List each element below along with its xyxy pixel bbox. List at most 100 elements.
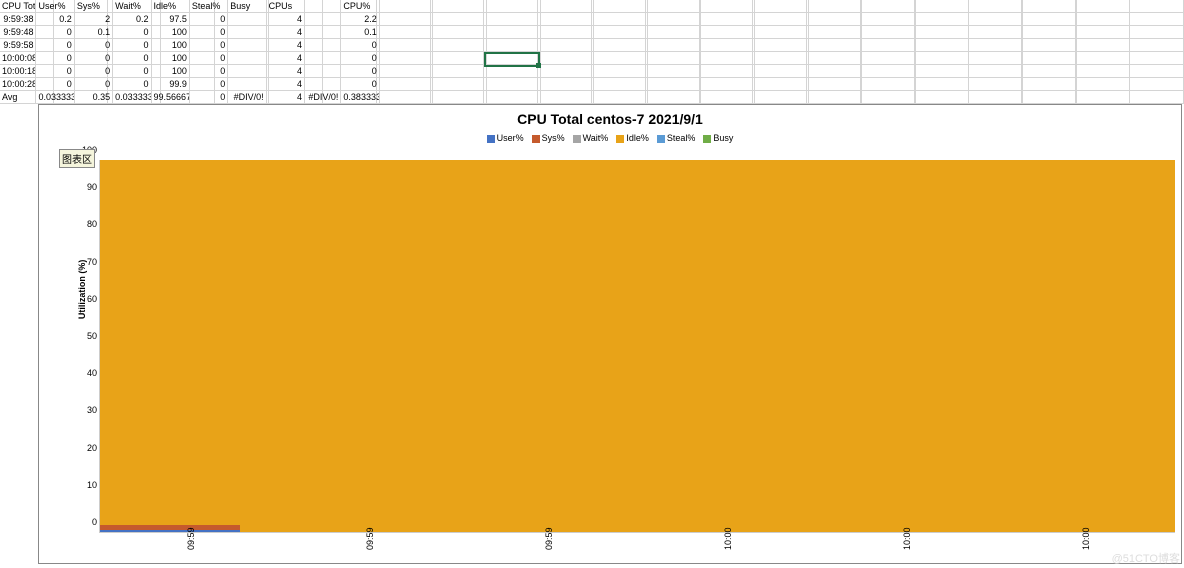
- empty-cell[interactable]: [755, 39, 809, 52]
- col-header[interactable]: CPU%: [341, 0, 379, 13]
- cell[interactable]: 9:59:58: [0, 39, 36, 52]
- cell[interactable]: 0.35: [75, 91, 113, 104]
- empty-cell[interactable]: [433, 0, 487, 13]
- empty-cell[interactable]: [809, 91, 863, 104]
- empty-cell[interactable]: [916, 13, 970, 26]
- empty-cell[interactable]: [541, 13, 595, 26]
- empty-cell[interactable]: [809, 52, 863, 65]
- empty-cell[interactable]: [648, 13, 702, 26]
- empty-cell[interactable]: [862, 65, 916, 78]
- empty-cell[interactable]: [862, 52, 916, 65]
- empty-cell[interactable]: [433, 26, 487, 39]
- col-header[interactable]: Wait%: [113, 0, 151, 13]
- empty-cell[interactable]: [487, 0, 541, 13]
- empty-cell[interactable]: [809, 65, 863, 78]
- empty-cell[interactable]: [701, 39, 755, 52]
- empty-cell[interactable]: [541, 78, 595, 91]
- empty-cell[interactable]: [648, 39, 702, 52]
- empty-cell[interactable]: [755, 26, 809, 39]
- empty-cell[interactable]: [862, 39, 916, 52]
- empty-cell[interactable]: [916, 52, 970, 65]
- empty-cell[interactable]: [916, 0, 970, 13]
- empty-cell[interactable]: [755, 91, 809, 104]
- cell[interactable]: 100: [152, 52, 190, 65]
- col-header[interactable]: [305, 0, 341, 13]
- empty-cell[interactable]: [1130, 78, 1184, 91]
- empty-cell[interactable]: [1130, 26, 1184, 39]
- cell[interactable]: 4: [267, 52, 305, 65]
- empty-cell[interactable]: [809, 13, 863, 26]
- empty-cell[interactable]: [1023, 78, 1077, 91]
- empty-cell[interactable]: [862, 13, 916, 26]
- cell[interactable]: 10:00:08: [0, 52, 36, 65]
- cell[interactable]: 0: [113, 26, 151, 39]
- cell[interactable]: 0: [341, 52, 379, 65]
- empty-cell[interactable]: [1077, 65, 1131, 78]
- empty-cell[interactable]: [916, 65, 970, 78]
- empty-cell[interactable]: [862, 78, 916, 91]
- empty-cell[interactable]: [1077, 0, 1131, 13]
- empty-cell[interactable]: [969, 78, 1023, 91]
- empty-cell[interactable]: [594, 52, 648, 65]
- cell[interactable]: 100: [152, 65, 190, 78]
- empty-cell[interactable]: [809, 0, 863, 13]
- empty-cell[interactable]: [701, 52, 755, 65]
- col-header[interactable]: Steal%: [190, 0, 228, 13]
- empty-cell[interactable]: [701, 65, 755, 78]
- cell[interactable]: [305, 52, 341, 65]
- cell[interactable]: 4: [267, 39, 305, 52]
- empty-cell[interactable]: [1023, 91, 1077, 104]
- empty-cell[interactable]: [1130, 39, 1184, 52]
- empty-cell[interactable]: [916, 26, 970, 39]
- empty-cell[interactable]: [755, 52, 809, 65]
- empty-cell[interactable]: [541, 0, 595, 13]
- empty-cell[interactable]: [701, 26, 755, 39]
- empty-cell[interactable]: [594, 78, 648, 91]
- cell[interactable]: 0: [36, 65, 74, 78]
- cell[interactable]: 4: [267, 78, 305, 91]
- col-header[interactable]: Idle%: [152, 0, 190, 13]
- cell[interactable]: 0: [190, 39, 228, 52]
- cell[interactable]: 0.383333: [341, 91, 379, 104]
- cell[interactable]: 4: [267, 13, 305, 26]
- empty-cell[interactable]: [916, 91, 970, 104]
- empty-cell[interactable]: [594, 39, 648, 52]
- empty-cell[interactable]: [1130, 0, 1184, 13]
- col-header[interactable]: CPU Total: [0, 0, 36, 13]
- empty-cell[interactable]: [916, 39, 970, 52]
- cell[interactable]: 99.9: [152, 78, 190, 91]
- empty-cell[interactable]: [648, 78, 702, 91]
- cell[interactable]: #DIV/0!: [305, 91, 341, 104]
- empty-cell[interactable]: [648, 65, 702, 78]
- cell[interactable]: 100: [152, 26, 190, 39]
- cell[interactable]: 0: [75, 78, 113, 91]
- empty-cell[interactable]: [1077, 52, 1131, 65]
- empty-cell[interactable]: [1077, 91, 1131, 104]
- cell[interactable]: 0: [36, 26, 74, 39]
- cell[interactable]: 0: [190, 26, 228, 39]
- empty-cell[interactable]: [969, 91, 1023, 104]
- col-header[interactable]: Busy: [228, 0, 266, 13]
- avg-label[interactable]: Avg: [0, 91, 36, 104]
- cell[interactable]: 0: [113, 65, 151, 78]
- cell[interactable]: 0: [36, 39, 74, 52]
- empty-cell[interactable]: [433, 39, 487, 52]
- empty-cell[interactable]: [809, 39, 863, 52]
- empty-cell[interactable]: [541, 91, 595, 104]
- cell[interactable]: 97.5: [152, 13, 190, 26]
- cell[interactable]: 0: [190, 13, 228, 26]
- empty-cell[interactable]: [541, 39, 595, 52]
- cell[interactable]: [228, 26, 266, 39]
- cell[interactable]: 0: [341, 39, 379, 52]
- empty-cell[interactable]: [809, 26, 863, 39]
- cell[interactable]: 0: [190, 52, 228, 65]
- empty-cell[interactable]: [1077, 39, 1131, 52]
- empty-cell[interactable]: [380, 91, 434, 104]
- empty-cell[interactable]: [969, 13, 1023, 26]
- empty-cell[interactable]: [1023, 39, 1077, 52]
- empty-cell[interactable]: [969, 39, 1023, 52]
- empty-cell[interactable]: [969, 52, 1023, 65]
- chart-area[interactable]: 图表区 CPU Total centos-7 2021/9/1 User%Sys…: [38, 104, 1182, 564]
- cell[interactable]: [305, 39, 341, 52]
- empty-cell[interactable]: [380, 26, 434, 39]
